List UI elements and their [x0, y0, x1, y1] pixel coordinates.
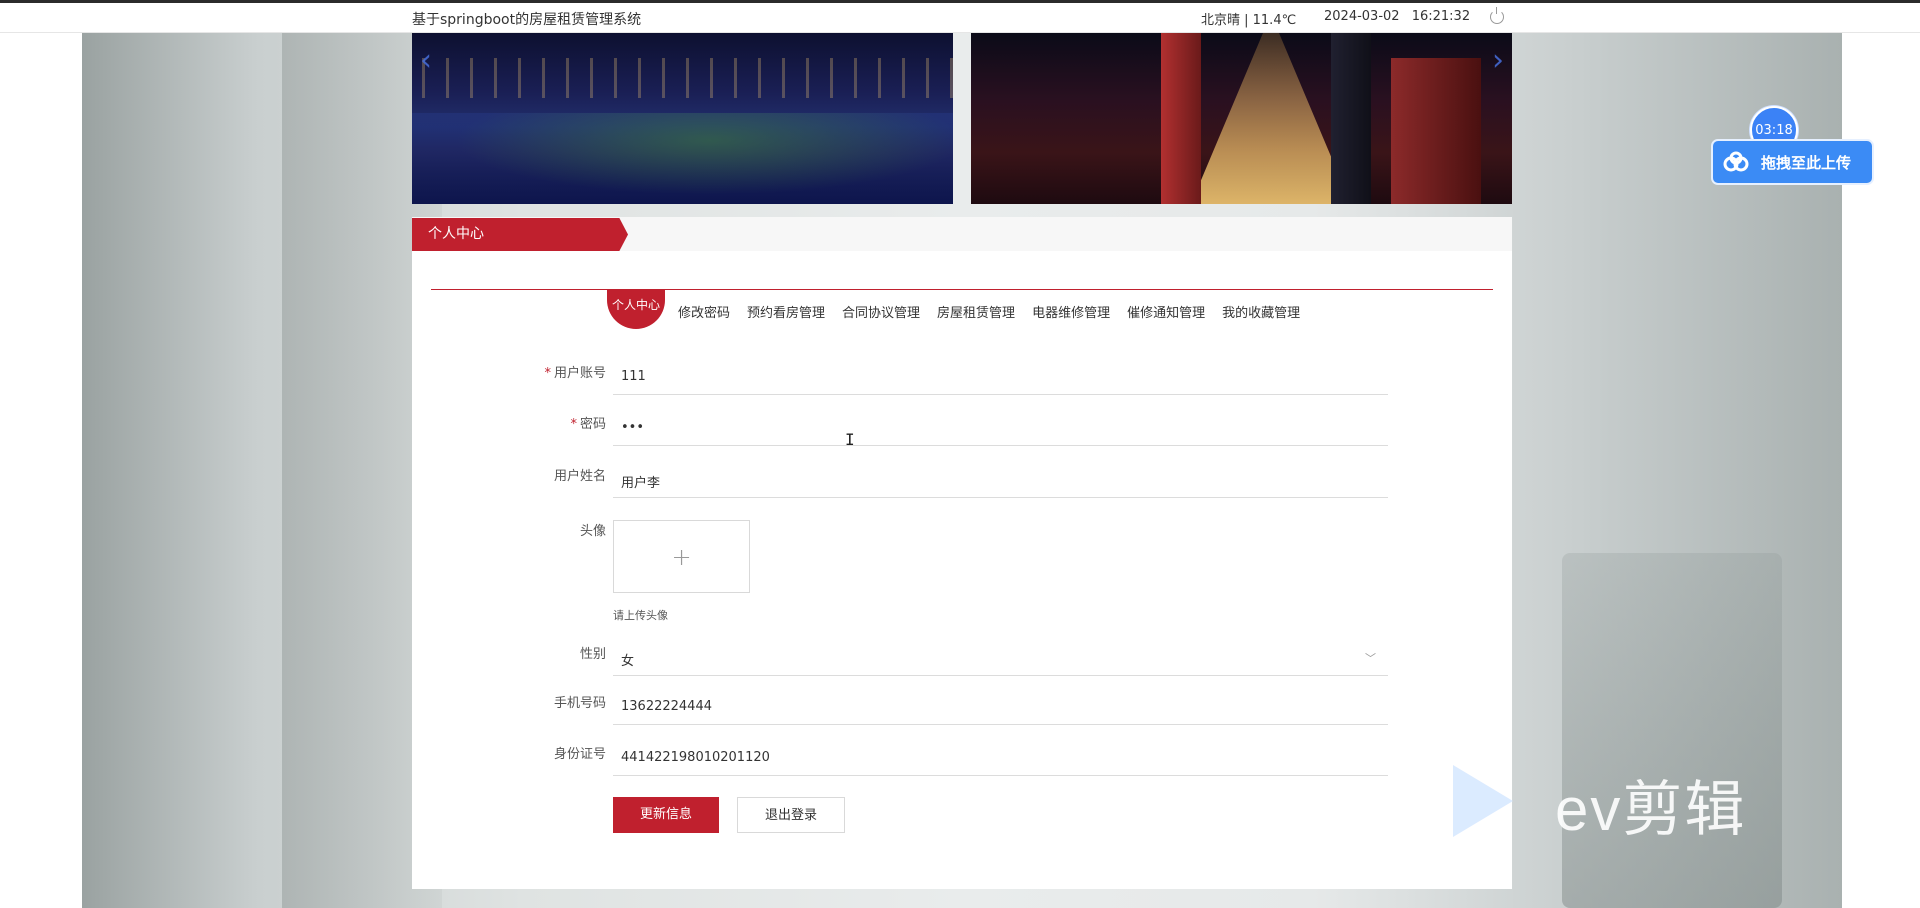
banner-water-reflection	[412, 113, 953, 204]
nav-item-change-password[interactable]: 修改密码	[678, 302, 730, 321]
update-info-button[interactable]: 更新信息	[613, 797, 719, 833]
panel-header: 个人中心	[412, 217, 1512, 251]
plus-icon: +	[671, 542, 692, 571]
carousel-prev-icon[interactable]: ‹	[420, 43, 432, 78]
panel-header-title: 个人中心	[412, 218, 628, 251]
nav-item-rentals[interactable]: 房屋租赁管理	[937, 302, 1015, 321]
top-bar: 基于springboot的房屋租赁管理系统 北京晴 | 11.4℃ 2024-0…	[0, 0, 1920, 33]
site-title: 基于springboot的房屋租赁管理系统	[412, 12, 642, 28]
account-input[interactable]: 111	[613, 357, 1388, 395]
drag-upload-button[interactable]: 拖拽至此上传	[1711, 139, 1874, 185]
avatar-label: 头像	[579, 524, 606, 539]
idcard-label: 身份证号	[553, 747, 606, 762]
banner-image-city-night: ›	[971, 33, 1512, 204]
nav-item-profile[interactable]: 个人中心	[607, 289, 665, 329]
account-label: * 用户账号	[544, 362, 606, 381]
avatar-hint: 请上传头像	[613, 609, 668, 622]
video-editor-watermark: ev剪辑	[1453, 757, 1813, 843]
carousel-next-icon[interactable]: ›	[1492, 43, 1504, 78]
password-input[interactable]: •••	[613, 408, 1388, 446]
phone-input[interactable]: 13622224444	[613, 687, 1388, 725]
nav-item-repair-reminders[interactable]: 催修通知管理	[1127, 302, 1205, 321]
watermark-text: ev剪辑	[1555, 776, 1747, 843]
weather-readout: 北京晴 | 11.4℃	[1201, 13, 1297, 28]
idcard-input[interactable]: 441422198010201120	[613, 738, 1388, 776]
cloud-upload-icon	[1713, 141, 1759, 183]
banner-tower	[1161, 33, 1201, 204]
logout-button[interactable]: 退出登录	[737, 797, 845, 833]
chevron-down-icon: ﹀	[1365, 652, 1376, 665]
nav-item-appliance-repair[interactable]: 电器维修管理	[1032, 302, 1110, 321]
required-mark: *	[570, 417, 577, 432]
banner-tower	[1331, 33, 1371, 204]
text-cursor-icon: I	[845, 430, 855, 449]
gender-select[interactable]: 女 ﹀	[613, 638, 1388, 676]
banner-road-lights	[1191, 33, 1351, 204]
play-logo-icon	[1453, 765, 1513, 837]
time-text: 16:21:32	[1411, 9, 1471, 24]
banner-city-lights	[412, 58, 953, 98]
banner-image-harbor-night: ‹	[412, 33, 953, 204]
upload-label: 拖拽至此上传	[1761, 153, 1852, 172]
gender-label: 性别	[579, 647, 606, 662]
avatar-upload-box[interactable]: +	[613, 520, 750, 593]
banner-tower	[1391, 58, 1481, 204]
required-mark: *	[544, 366, 551, 381]
background-decoration-right	[1562, 553, 1782, 908]
name-input[interactable]: 用户李	[613, 460, 1388, 498]
name-label: 用户姓名	[553, 469, 606, 484]
nav-item-viewing-appointments[interactable]: 预约看房管理	[747, 302, 825, 321]
account-label-text: 用户账号	[553, 366, 606, 381]
password-label: * 密码	[570, 413, 606, 432]
profile-panel: 个人中心 个人中心 修改密码 预约看房管理 合同协议管理 房屋租赁管理 电器维修…	[412, 217, 1512, 889]
gender-value: 女	[621, 654, 635, 669]
phone-label: 手机号码	[553, 696, 606, 711]
power-icon[interactable]	[1490, 7, 1504, 24]
password-label-text: 密码	[579, 417, 606, 432]
nav-item-favorites[interactable]: 我的收藏管理	[1222, 302, 1300, 321]
profile-nav: 个人中心 修改密码 预约看房管理 合同协议管理 房屋租赁管理 电器维修管理 催修…	[607, 289, 1317, 329]
date-text: 2024-03-02	[1324, 9, 1400, 24]
datetime-readout: 2024-03-02 16:21:32	[1324, 9, 1470, 24]
nav-item-contracts[interactable]: 合同协议管理	[842, 302, 920, 321]
